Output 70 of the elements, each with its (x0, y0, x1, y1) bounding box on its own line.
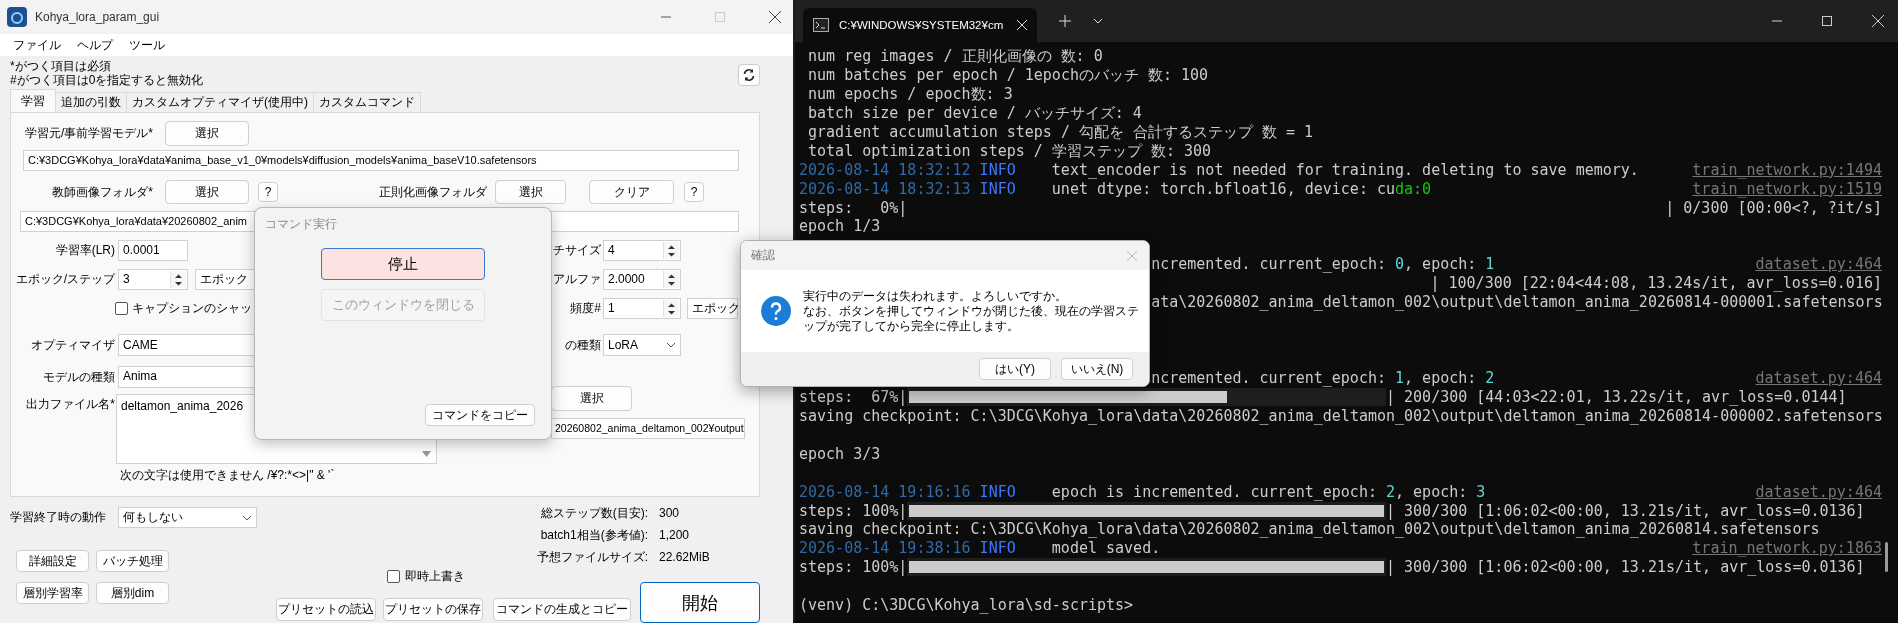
terminal-line: saving checkpoint: C:\3DCG\Kohya_lora\data\20260802_anima_deltamon_002\output\deltamon_anima_20260814-000002.safetensors (799, 406, 1883, 426)
log-source: dataset.py:464 (1755, 482, 1882, 502)
log-timestamp: 2026-08-14 19:38:16 (799, 539, 971, 559)
dialog-title: 確認 (751, 247, 775, 264)
terminal-line: ncremented. current_epoch: 1, epoch: 2 (1151, 368, 1495, 388)
log-source: dataset.py:464 (1755, 255, 1882, 275)
log-source: train_network.py:1863 (1692, 539, 1882, 559)
log-message: unet dtype: torch.bfloat16, device: cuda:0 (1051, 179, 1432, 199)
log-source: train_network.py:1519 (1692, 179, 1882, 199)
field-label: 学習元/事前学習モデル* (24, 125, 153, 142)
terminal-line: gradient accumulation steps / 勾配を 合計するステップ 数 = 1 (807, 122, 1314, 142)
field-label: 学習終了時の動作 (10, 509, 106, 526)
note-text: #がつく項目は0を指定すると無効化 (10, 73, 204, 87)
log-message: epoch is incremented. current_epoch: 2, epoch: 3 (1051, 482, 1486, 502)
window-title: Kohya_lora_param_gui (35, 10, 160, 24)
dialog-title: コマンド実行 (265, 216, 337, 233)
terminal-line: num epochs / epoch数: 3 (807, 84, 1013, 104)
tab-title: C:¥WINDOWS¥SYSTEM32¥cm (839, 19, 1004, 31)
terminal-line: (venv) C:\3DCG\Kohya_lora\sd-scripts> (799, 596, 1134, 616)
log-timestamp: 2026-08-14 19:16:16 (799, 482, 971, 502)
log-level: INFO (979, 160, 1017, 180)
progress-label: steps: 100%| (799, 558, 908, 578)
stat-value: 300 (659, 506, 681, 520)
progress-label: steps: 67%| (799, 387, 908, 407)
field-label: モデルの種類 (42, 368, 115, 386)
note-text: *がつく項目は必須 (10, 59, 112, 73)
field-label: 正則化画像フォルダ (379, 183, 487, 201)
field-label: 教師画像フォルダ* (51, 183, 153, 201)
stat-label: 予想ファイルサイズ: (535, 548, 648, 566)
log-timestamp: 2026-08-14 18:32:13 (799, 179, 971, 199)
stat-value: 1,200 (659, 528, 691, 542)
terminal-line: saving checkpoint: C:\3DCG\Kohya_lora\data\20260802_anima_deltamon_002\output\deltamon_anima_20260814.safetensors (799, 520, 1820, 540)
terminal-line: ncremented. current_epoch: 0, epoch: 1 (1151, 255, 1495, 275)
terminal-line: num batches per epoch / 1epochのバッチ 数: 100 (807, 65, 1209, 85)
log-source: dataset.py:464 (1755, 368, 1882, 388)
field-label: エポック/ステップ (14, 271, 115, 288)
progress-stats: | 300/300 [1:06:02<00:00, 13.21s/it, avr_loss=0.0136] (1386, 501, 1865, 521)
confirm-message: 実行中のデータは失われます。よろしいですか。 なお、ボタンを押してウィンドウが閉じた後、現在の学習ステップが完了してから完全に停止します。 (803, 288, 1140, 334)
field-label: 頻度# (569, 300, 601, 317)
stat-label: 総ステップ数(目安): (539, 504, 648, 522)
log-level: INFO (979, 539, 1017, 559)
log-level: INFO (979, 482, 1017, 502)
log-timestamp: 2026-08-14 18:32:12 (799, 160, 971, 180)
terminal-line: ata\20260802_anima_deltamon_002\output\deltamon_anima_20260814-000001.safetensors (1151, 293, 1883, 313)
progress-label: steps: 100%| (799, 501, 908, 521)
hint-text: 次の文字は使用できません /¥?:*<>|" & '` (120, 467, 336, 482)
terminal-line: epoch 1/3 (799, 217, 881, 237)
field-label: オプティマイザ (30, 336, 115, 354)
progress-stats: | 100/300 [22:04<44:08, 13.24s/it, avr_loss=0.016] (1430, 274, 1882, 294)
progress-stats: | 200/300 [44:03<22:01, 13.22s/it, avr_loss=0.0144] (1386, 387, 1847, 407)
progress-stats: | 0/300 [00:00<?, ?it/s] (1665, 198, 1882, 218)
terminal-line: epoch 3/3 (799, 444, 881, 464)
field-label: チサイズ (552, 242, 601, 259)
stat-value: 22.62MiB (659, 550, 711, 564)
log-level: INFO (979, 179, 1017, 199)
terminal-line: total optimization steps / 学習ステップ 数: 300 (807, 141, 1212, 161)
checkbox-label: キャプションのシャッ (132, 300, 252, 317)
field-label: の種類 (564, 336, 601, 354)
stat-label: batch1相当(参考値): (539, 526, 648, 544)
field-label: 学習率(LR) (54, 242, 115, 259)
progress-stats: | 300/300 [1:06:02<00:00, 13.21s/it, avr_loss=0.0136] (1386, 558, 1865, 578)
field-label: アルファ (552, 271, 601, 288)
log-message: text_encoder is not needed for training. deleting to save memory. (1051, 160, 1639, 180)
log-message: model saved. (1051, 539, 1161, 559)
log-source: train_network.py:1494 (1692, 160, 1882, 180)
terminal-line: num reg images / 正則化画像の 数: 0 (807, 47, 1103, 66)
terminal-line: batch size per device / バッチサイズ: 4 (807, 103, 1142, 123)
field-label: 出力ファイル名* (25, 396, 115, 413)
progress-label: steps: 0%| (799, 198, 908, 218)
checkbox-label: 即時上書き (405, 567, 465, 585)
